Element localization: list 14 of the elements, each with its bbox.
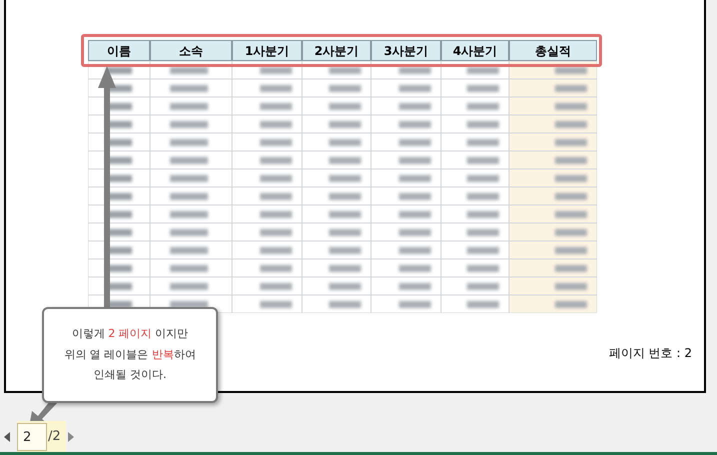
page-total: /2: [48, 428, 61, 446]
previous-page-icon[interactable]: [4, 432, 10, 442]
column-header: 1사분기: [232, 40, 302, 61]
callout-text: 인쇄될 것이다.: [94, 367, 166, 384]
column-header: 4사분기: [441, 40, 509, 61]
column-header: 3사분기: [371, 40, 441, 61]
column-header: 이름: [88, 40, 150, 61]
callout-text: 이렇게 2 페이지 이지만: [72, 326, 188, 342]
page-number-field[interactable]: 2: [17, 423, 47, 451]
callout-text: 위의 열 레이블은 반복하여: [64, 346, 196, 363]
column-header: 소속: [150, 40, 232, 61]
column-header: 총실적: [509, 40, 597, 61]
page-number-footer: 페이지 번호 : 2: [608, 344, 692, 362]
column-header: 2사분기: [302, 40, 371, 61]
